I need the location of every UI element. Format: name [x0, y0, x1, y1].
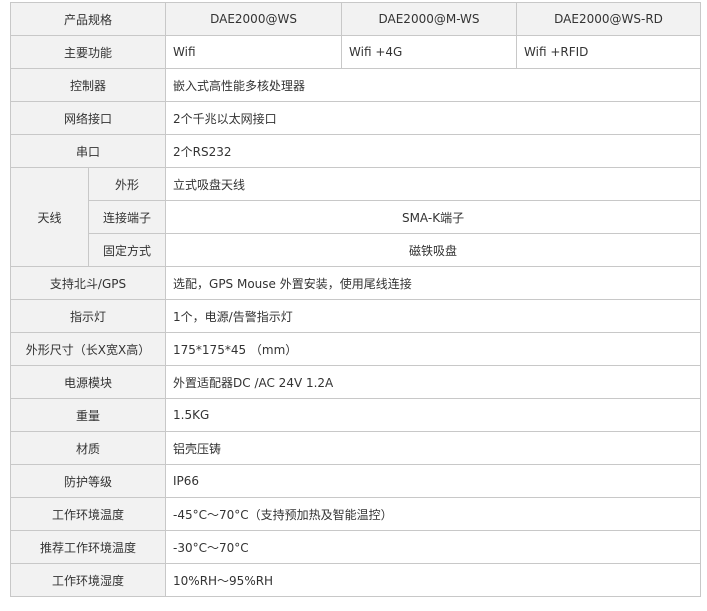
antenna-mount-label: 固定方式 [87, 233, 167, 267]
material-label: 材质 [9, 431, 167, 465]
main-function-ws-rd: Wifi +RFID [516, 35, 702, 69]
antenna-connector-value: SMA-K端子 [165, 200, 702, 234]
antenna-shape-label: 外形 [87, 167, 167, 201]
main-function-row: 主要功能 Wifi Wifi +4G Wifi +RFID [9, 35, 702, 69]
humidity-value: 10%RH～95%RH [165, 563, 702, 597]
network-row: 网络接口 2个千兆以太网接口 [9, 101, 702, 135]
serial-row: 串口 2个RS232 [9, 134, 702, 168]
antenna-connector-label: 连接端子 [87, 200, 167, 234]
header-row: 产品规格 DAE2000@WS DAE2000@M-WS DAE2000@WS-… [9, 2, 702, 36]
recommended-temp-label: 推荐工作环境温度 [9, 530, 167, 564]
model-ws: DAE2000@WS [165, 2, 343, 36]
beidou-gps-row: 支持北斗/GPS 选配，GPS Mouse 外置安装，使用尾线连接 [9, 266, 702, 300]
operating-temp-row: 工作环境温度 -45°C～70°C（支持预加热及智能温控） [9, 497, 702, 531]
material-row: 材质 铝壳压铸 [9, 431, 702, 465]
antenna-mount-value: 磁铁吸盘 [165, 233, 702, 267]
recommended-temp-row: 推荐工作环境温度 -30°C～70°C [9, 530, 702, 564]
material-value: 铝壳压铸 [165, 431, 702, 465]
beidou-gps-label: 支持北斗/GPS [9, 266, 167, 300]
main-function-ws: Wifi [165, 35, 343, 69]
network-value: 2个千兆以太网接口 [165, 101, 702, 135]
protection-row: 防护等级 IP66 [9, 464, 702, 498]
indicator-row: 指示灯 1个，电源/告警指示灯 [9, 299, 702, 333]
power-row: 电源模块 外置适配器DC /AC 24V 1.2A [9, 365, 702, 399]
antenna-connector-row: 连接端子 SMA-K端子 [11, 200, 702, 234]
controller-label: 控制器 [9, 68, 167, 102]
main-function-label: 主要功能 [9, 35, 167, 69]
humidity-label: 工作环境湿度 [9, 563, 167, 597]
serial-value: 2个RS232 [165, 134, 702, 168]
antenna-shape-value: 立式吸盘天线 [165, 167, 702, 201]
controller-value: 嵌入式高性能多核处理器 [165, 68, 702, 102]
humidity-row: 工作环境湿度 10%RH～95%RH [9, 563, 702, 597]
network-label: 网络接口 [9, 101, 167, 135]
model-ws-rd: DAE2000@WS-RD [516, 2, 702, 36]
spec-table: 产品规格 DAE2000@WS DAE2000@M-WS DAE2000@WS-… [9, 2, 702, 597]
serial-label: 串口 [9, 134, 167, 168]
indicator-value: 1个，电源/告警指示灯 [165, 299, 702, 333]
recommended-temp-value: -30°C～70°C [165, 530, 702, 564]
power-label: 电源模块 [9, 365, 167, 399]
dimensions-row: 外形尺寸（长X宽X高） 175*175*45 （mm） [9, 332, 702, 366]
dimensions-value: 175*175*45 （mm） [165, 332, 702, 366]
protection-label: 防护等级 [9, 464, 167, 498]
operating-temp-label: 工作环境温度 [9, 497, 167, 531]
antenna-mount-row: 固定方式 磁铁吸盘 [11, 233, 702, 267]
controller-row: 控制器 嵌入式高性能多核处理器 [9, 68, 702, 102]
protection-value: IP66 [165, 464, 702, 498]
main-function-m-ws: Wifi +4G [341, 35, 518, 69]
antenna-label: 天线 [10, 167, 89, 267]
weight-value: 1.5KG [165, 398, 702, 432]
dimensions-label: 外形尺寸（长X宽X高） [9, 332, 167, 366]
indicator-label: 指示灯 [9, 299, 167, 333]
weight-row: 重量 1.5KG [9, 398, 702, 432]
beidou-gps-value: 选配，GPS Mouse 外置安装，使用尾线连接 [165, 266, 702, 300]
antenna-shape-row: 天线 外形 立式吸盘天线 [10, 167, 702, 267]
header-label: 产品规格 [9, 2, 167, 36]
model-m-ws: DAE2000@M-WS [341, 2, 518, 36]
power-value: 外置适配器DC /AC 24V 1.2A [165, 365, 702, 399]
operating-temp-value: -45°C～70°C（支持预加热及智能温控） [165, 497, 702, 531]
weight-label: 重量 [9, 398, 167, 432]
